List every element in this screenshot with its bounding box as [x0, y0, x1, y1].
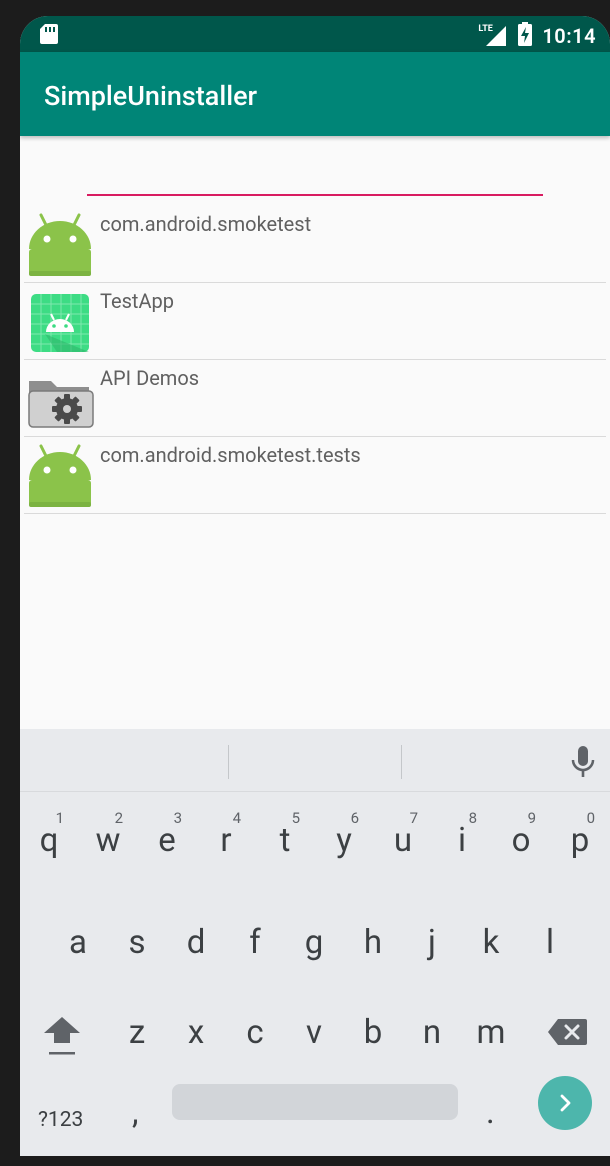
app-label: API Demos [100, 366, 200, 390]
key-a[interactable]: a [49, 905, 107, 985]
key-char: n [422, 1013, 442, 1052]
key-t[interactable]: t5 [256, 803, 314, 883]
period-key[interactable]: . [486, 1093, 495, 1132]
list-item[interactable]: com.android.smoketest.tests [24, 437, 606, 514]
status-bar: LTE 10:14 [20, 16, 610, 52]
key-hint: 6 [350, 809, 359, 827]
key-q[interactable]: q1 [20, 803, 78, 883]
sd-card-icon [40, 24, 58, 48]
suggestion-strip [20, 729, 610, 792]
go-key[interactable] [538, 1076, 592, 1130]
app-label: TestApp [100, 289, 174, 313]
key-hint: 1 [55, 809, 64, 827]
key-char: l [545, 923, 555, 962]
key-char: a [69, 923, 87, 962]
shift-key[interactable] [42, 1009, 82, 1059]
key-char: m [476, 1013, 506, 1052]
backspace-key[interactable] [548, 1017, 588, 1047]
key-c[interactable]: c [226, 995, 284, 1075]
list-item[interactable]: TestApp [24, 283, 606, 360]
key-hint: 3 [173, 809, 182, 827]
app-bar: SimpleUninstaller [20, 52, 610, 136]
key-hint: 7 [409, 809, 418, 827]
list-item[interactable]: API Demos [24, 360, 606, 437]
key-d[interactable]: d [167, 905, 225, 985]
key-char: k [482, 923, 500, 962]
android-grid-icon [27, 290, 93, 356]
key-x[interactable]: x [167, 995, 225, 1075]
key-z[interactable]: z [108, 995, 166, 1075]
app-label: com.android.smoketest [100, 212, 312, 236]
android-robot-icon [27, 213, 93, 279]
key-r[interactable]: r4 [197, 803, 255, 883]
status-time: 10:14 [542, 24, 596, 48]
key-char: v [306, 1013, 322, 1052]
key-u[interactable]: u7 [374, 803, 432, 883]
folder-gear-icon [27, 367, 94, 433]
key-p[interactable]: p0 [551, 803, 609, 883]
key-hint: 2 [114, 809, 123, 827]
key-f[interactable]: f [226, 905, 284, 985]
space-key[interactable] [172, 1084, 458, 1120]
key-m[interactable]: m [462, 995, 520, 1075]
comma-key[interactable]: , [132, 1093, 139, 1132]
key-char: w [95, 821, 121, 860]
key-hint: 4 [232, 809, 241, 827]
key-char: f [249, 923, 261, 962]
key-char: h [363, 923, 383, 962]
symbols-key[interactable]: ?123 [38, 1108, 83, 1132]
app-list[interactable]: com.android.smoketest TestApp API Demos … [24, 206, 606, 514]
key-w[interactable]: w2 [79, 803, 137, 883]
key-hint: 9 [527, 809, 536, 827]
key-g[interactable]: g [285, 905, 343, 985]
key-char: d [186, 923, 206, 962]
suggestion-divider [228, 745, 229, 779]
chevron-right-icon [553, 1091, 577, 1119]
key-k[interactable]: k [462, 905, 520, 985]
app-label: com.android.smoketest.tests [100, 443, 361, 467]
soft-keyboard: q1w2e3r4t5y6u7i8o9p0 asdfghjkl zxcvbnm ?… [20, 729, 610, 1156]
microphone-icon[interactable] [568, 745, 598, 779]
key-char: c [246, 1013, 264, 1052]
key-char: x [187, 1013, 205, 1052]
battery-charging-icon [518, 22, 533, 50]
key-char: u [393, 821, 413, 860]
key-char: b [363, 1013, 383, 1052]
key-char: p [570, 821, 590, 860]
key-char: r [220, 821, 232, 860]
key-char: j [428, 923, 436, 962]
key-i[interactable]: i8 [433, 803, 491, 883]
key-s[interactable]: s [108, 905, 166, 985]
android-robot-icon [27, 444, 93, 510]
key-v[interactable]: v [285, 995, 343, 1075]
key-char: t [279, 821, 291, 860]
key-hint: 8 [468, 809, 477, 827]
key-n[interactable]: n [403, 995, 461, 1075]
key-hint: 0 [586, 809, 595, 827]
key-char: e [158, 821, 176, 860]
key-char: g [304, 923, 324, 962]
app-title: SimpleUninstaller [44, 80, 258, 112]
key-o[interactable]: o9 [492, 803, 550, 883]
key-j[interactable]: j [403, 905, 461, 985]
network-type: LTE [478, 24, 493, 34]
key-h[interactable]: h [344, 905, 402, 985]
key-e[interactable]: e3 [138, 803, 196, 883]
key-b[interactable]: b [344, 995, 402, 1075]
search-input[interactable] [87, 154, 543, 196]
key-char: i [457, 821, 467, 860]
key-l[interactable]: l [521, 905, 579, 985]
key-char: y [336, 821, 352, 860]
phone-screen: LTE 10:14 SimpleUninstaller com.android.… [20, 16, 610, 1156]
key-char: o [511, 821, 531, 860]
list-item[interactable]: com.android.smoketest [24, 206, 606, 283]
key-hint: 5 [291, 809, 300, 827]
suggestion-divider [401, 745, 402, 779]
key-char: q [39, 821, 59, 860]
key-y[interactable]: y6 [315, 803, 373, 883]
lte-signal-icon: LTE [478, 24, 508, 48]
key-char: z [128, 1013, 146, 1052]
key-char: s [128, 923, 146, 962]
